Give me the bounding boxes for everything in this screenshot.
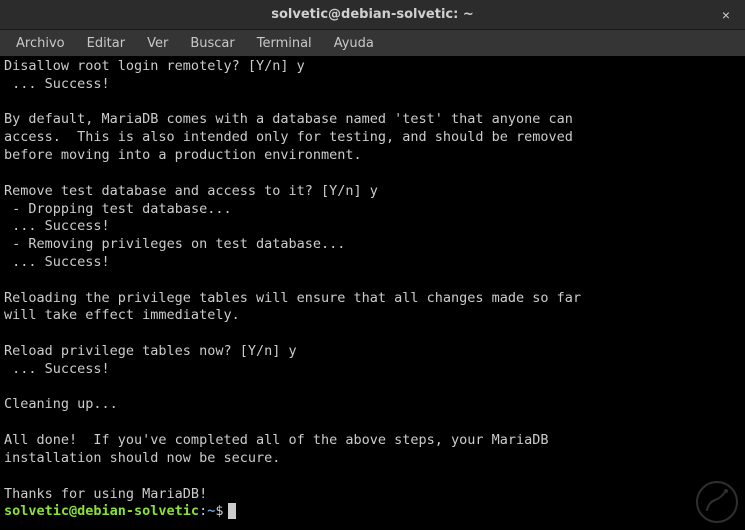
cursor-icon <box>228 503 236 519</box>
menubar: Archivo Editar Ver Buscar Terminal Ayuda <box>0 30 745 56</box>
prompt-user-host: solvetic@debian-solvetic <box>4 503 199 519</box>
window-title: solvetic@debian-solvetic: ~ <box>271 7 474 22</box>
menu-buscar[interactable]: Buscar <box>180 33 244 54</box>
menu-ayuda[interactable]: Ayuda <box>324 33 384 54</box>
terminal-output: Disallow root login remotely? [Y/n] y ..… <box>4 58 741 503</box>
prompt-separator: : <box>199 503 207 519</box>
watermark-icon <box>695 480 739 524</box>
prompt-path: ~ <box>207 503 215 519</box>
prompt-symbol: $ <box>215 503 223 519</box>
menu-ver[interactable]: Ver <box>137 33 178 54</box>
menu-terminal[interactable]: Terminal <box>247 33 322 54</box>
terminal-area[interactable]: Disallow root login remotely? [Y/n] y ..… <box>0 56 745 530</box>
terminal-prompt: solvetic@debian-solvetic:~$ <box>4 503 741 519</box>
menu-archivo[interactable]: Archivo <box>6 33 75 54</box>
close-button[interactable]: × <box>717 6 735 24</box>
window-titlebar: solvetic@debian-solvetic: ~ × <box>0 0 745 30</box>
menu-editar[interactable]: Editar <box>77 33 136 54</box>
